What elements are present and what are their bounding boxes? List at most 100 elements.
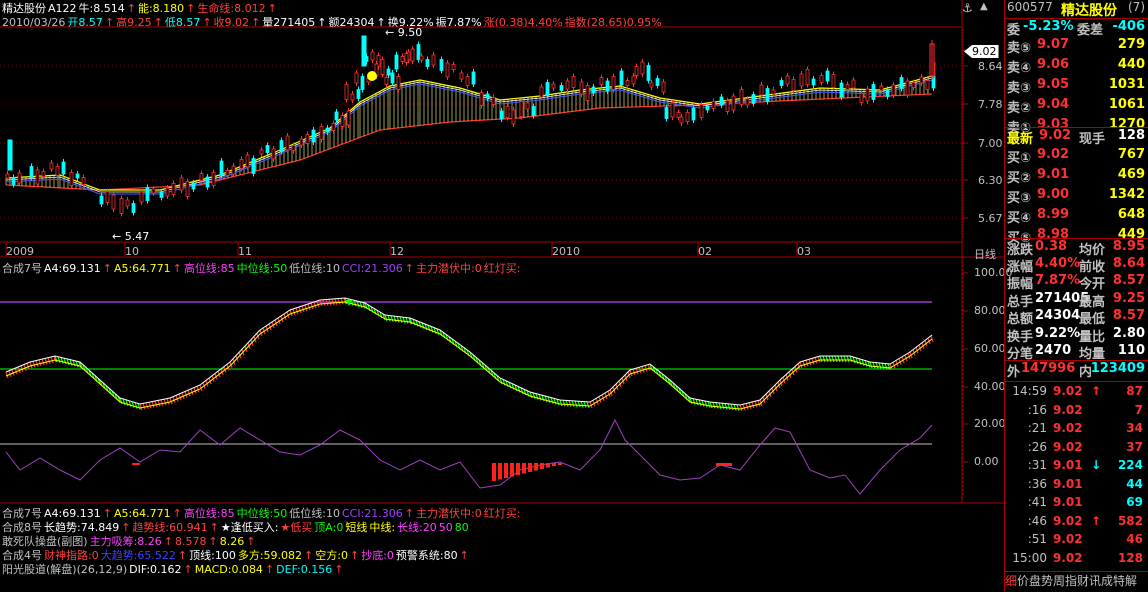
tick-row[interactable]: :36 9.01 44 xyxy=(1011,477,1147,495)
candle-body xyxy=(319,126,324,140)
candle-body xyxy=(5,173,10,179)
candle-body xyxy=(845,84,850,90)
oscillator-hatch xyxy=(843,355,847,363)
sell-order-row[interactable]: 卖② 9.04 1061 xyxy=(1005,97,1148,117)
stat-row: 涨跌 0.38 均价 8.95 xyxy=(1005,238,1148,258)
candle-body xyxy=(505,106,510,118)
order-cell: 279 xyxy=(1117,37,1145,52)
indicator-field: 高位线:85 xyxy=(183,262,235,275)
candle-body xyxy=(111,194,116,210)
candle-body xyxy=(499,110,504,120)
order-cell: 买④ xyxy=(1007,211,1032,226)
candle-body xyxy=(661,81,666,93)
indicator-field: 顶A:0 xyxy=(314,521,344,534)
sell-order-row[interactable]: 卖③ 9.05 1031 xyxy=(1005,77,1148,97)
tick-cell: 9.02 xyxy=(1053,532,1083,546)
candle-body xyxy=(291,145,296,151)
oscillator-hatch xyxy=(157,400,161,407)
candle-body xyxy=(825,70,830,82)
candle-body xyxy=(859,93,864,103)
signal-bar xyxy=(492,463,496,481)
candle-body xyxy=(400,56,405,62)
order-cell: 9.02 xyxy=(1037,147,1070,162)
period-label[interactable]: 日线 xyxy=(974,246,996,262)
tab-list[interactable]: 价盘势周指财讯成特解 xyxy=(1017,574,1137,588)
buy-order-row[interactable]: 买③ 9.00 1342 xyxy=(1005,187,1148,207)
tick-cell: 128 xyxy=(1117,550,1143,565)
candle-body xyxy=(831,74,836,88)
candlestick-chart[interactable] xyxy=(0,0,1004,591)
oscillator-hatch xyxy=(724,403,728,410)
candle-body xyxy=(699,104,704,118)
oscillator-hatch xyxy=(559,399,563,407)
tick-row[interactable]: :26 9.02 37 xyxy=(1011,440,1147,458)
sell-order-row[interactable]: 卖⑤ 9.07 279 xyxy=(1005,37,1148,57)
oscillator-hatch xyxy=(819,355,823,363)
order-cell: 469 xyxy=(1117,167,1145,182)
buy-order-row[interactable]: 买① 9.02 767 xyxy=(1005,147,1148,167)
high-price-annotation: ← 9.50 xyxy=(385,26,423,39)
tick-row[interactable]: :31 9.01 ↓ 224 xyxy=(1011,458,1147,476)
outer-value: 147996 xyxy=(1021,361,1076,376)
oscillator-hatch xyxy=(757,400,761,407)
stat-cell: 8.57 xyxy=(1112,308,1145,323)
tick-row[interactable]: 15:00 9.02 128 xyxy=(1011,551,1147,569)
indicator-field: CCI:21.306 xyxy=(341,262,403,275)
candle-body xyxy=(99,195,104,205)
tick-row[interactable]: :46 9.02 ↑ 582 xyxy=(1011,514,1147,532)
oscillator-hatch xyxy=(748,402,752,409)
candle-body xyxy=(664,107,669,119)
tick-row[interactable]: :41 9.01 69 xyxy=(1011,495,1147,513)
stat-cell: 7.87% xyxy=(1035,273,1081,288)
candle-body xyxy=(419,55,424,61)
tab-detail[interactable]: 细 xyxy=(1005,574,1017,588)
oscillator-hatch xyxy=(828,355,832,363)
oscillator-hatch xyxy=(846,355,850,363)
indicator-field: 阳光股道(解盘)(26,12,9) xyxy=(2,563,128,576)
oscillator-hatch xyxy=(44,358,48,365)
candle-body xyxy=(191,182,196,190)
stat-cell: 涨幅 xyxy=(1007,259,1034,275)
buy-order-row[interactable]: 买② 9.01 469 xyxy=(1005,167,1148,187)
oscillator-hatch xyxy=(930,335,934,342)
oscillator-hatch xyxy=(715,402,719,409)
candle-body xyxy=(259,149,264,155)
candle-body xyxy=(805,69,810,85)
sell-order-row[interactable]: 卖④ 9.06 440 xyxy=(1005,57,1148,77)
oscillator-hatch xyxy=(565,400,569,407)
tick-row[interactable]: 14:59 9.02 ↑ 87 xyxy=(1011,384,1147,402)
buy-order-row[interactable]: 买④ 8.99 648 xyxy=(1005,207,1148,227)
oscillator-hatch xyxy=(878,362,882,370)
oscillator-hatch xyxy=(875,362,879,369)
weicha-label: 委差 xyxy=(1077,23,1104,38)
candle-body xyxy=(219,160,224,176)
candle-body xyxy=(185,181,190,197)
candle-body xyxy=(640,61,645,75)
candle-body xyxy=(81,177,86,185)
indicator-line[interactable]: 阳光股道(解盘)(26,12,9) DIF:0.162 ↑ MACD:0.084 ↑ DE… xyxy=(2,561,345,577)
candle-body xyxy=(380,59,385,75)
oscillator-hatch xyxy=(831,355,835,363)
candle-body xyxy=(670,102,675,118)
chart-area[interactable]: 精达股份 A122 牛:8.514 ↑ 能:8.180 ↑ 生命线:8.012 ↑ 2010/… xyxy=(0,0,1013,591)
order-cell: 卖④ xyxy=(1007,61,1032,76)
tick-row[interactable]: :51 9.02 46 xyxy=(1011,532,1147,550)
candle-body xyxy=(679,116,684,124)
order-cell: 9.04 xyxy=(1037,97,1070,112)
weibi-value: -5.23% xyxy=(1023,19,1074,34)
stat-cell: 8.57 xyxy=(1112,273,1145,288)
indicator-field: 合成7号 xyxy=(2,262,42,275)
tick-cell: 87 xyxy=(1126,384,1143,398)
signal-bar xyxy=(716,463,732,466)
tick-row[interactable]: :16 9.02 7 xyxy=(1011,403,1147,421)
stat-cell: 9.22% xyxy=(1035,325,1081,341)
oscillator-hatch xyxy=(704,400,708,408)
order-cell: 9.05 xyxy=(1037,77,1070,92)
oscillator-hatch xyxy=(402,316,406,324)
tick-cell: 9.01 xyxy=(1053,458,1083,472)
oscillator-hatch xyxy=(35,360,39,367)
indicator-field: ★低买 xyxy=(280,521,313,534)
tick-row[interactable]: :21 9.02 34 xyxy=(1011,421,1147,439)
candle-body xyxy=(879,85,884,91)
panel-tabs[interactable]: 细价盘势周指财讯成特解 xyxy=(1005,571,1148,592)
